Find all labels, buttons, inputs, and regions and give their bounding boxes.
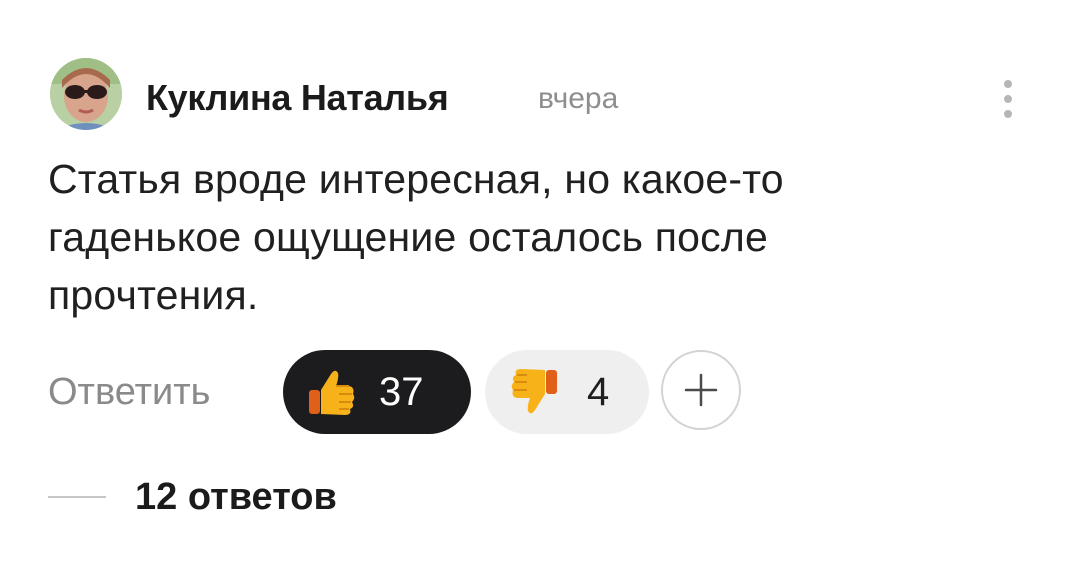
thumbs-down-icon [511,369,557,414]
add-reaction-button[interactable] [661,350,741,430]
author-avatar[interactable] [50,58,122,130]
reply-button[interactable]: Ответить [48,364,210,420]
comment-timestamp: вчера [538,82,619,115]
comment-text: Статья вроде интересная, но какое-то гад… [48,156,784,318]
comment-card: Куклина Наталья вчера Статья вроде интер… [0,0,1067,564]
replies-divider [48,496,106,498]
plus-icon [684,373,718,407]
show-replies-button[interactable]: 12 ответов [135,470,337,524]
dislike-count: 4 [587,370,610,414]
thumbs-up-icon [309,370,355,415]
dislike-reaction-button[interactable]: 4 [485,350,649,434]
more-options-button[interactable] [990,74,1026,124]
avatar-photo-icon [50,58,122,130]
like-count: 37 [379,370,424,414]
more-dot-icon [1004,95,1012,103]
more-dot-icon [1004,110,1012,118]
like-reaction-button[interactable]: 37 [283,350,471,434]
author-name[interactable]: Куклина Наталья [146,73,449,123]
more-dot-icon [1004,80,1012,88]
